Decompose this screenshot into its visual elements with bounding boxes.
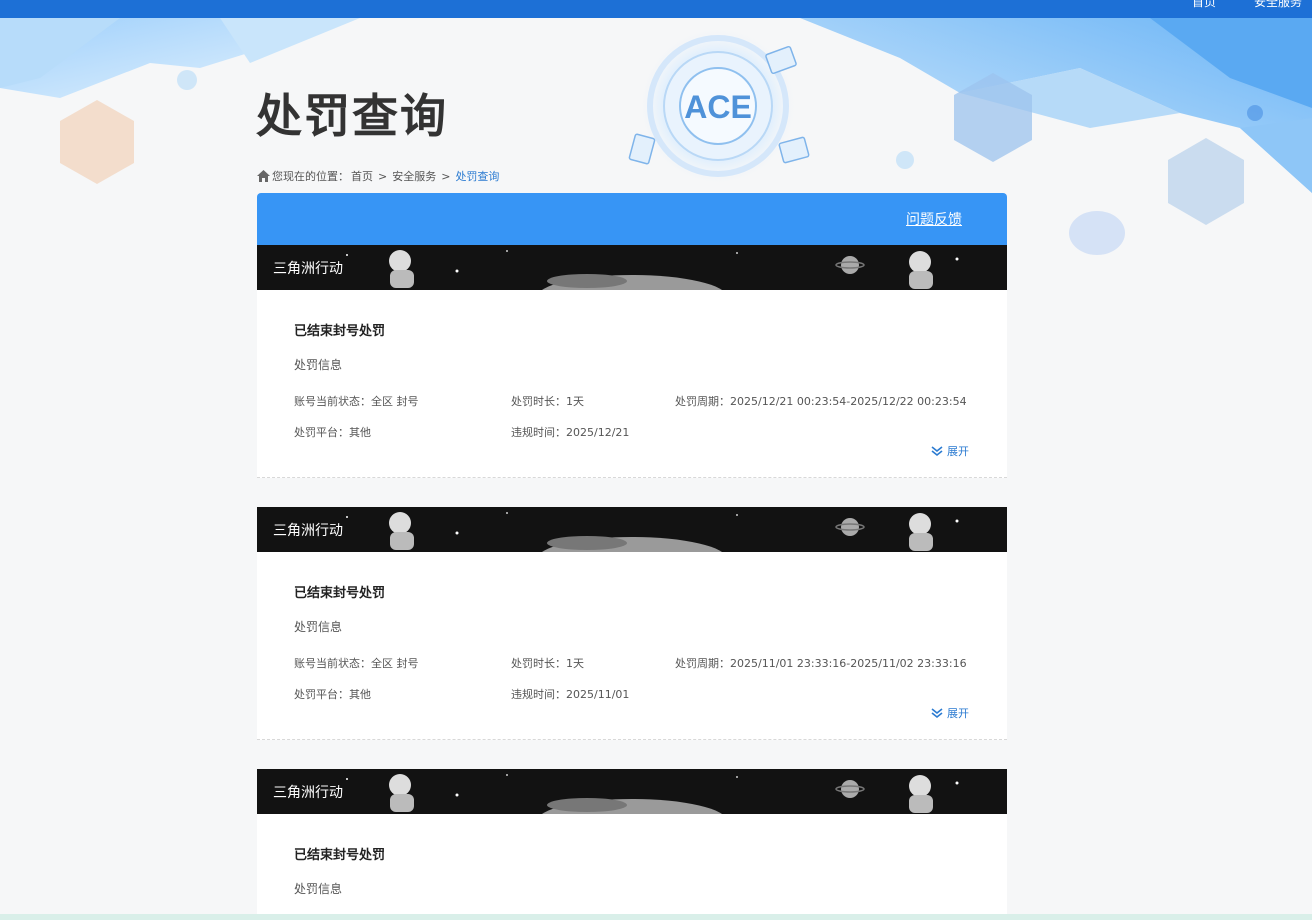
panel-header: 问题反馈 — [257, 193, 1007, 245]
record-subtitle: 处罚信息 — [294, 882, 343, 896]
game-banner: 三角洲行动 — [257, 769, 1007, 814]
punishment-panel: 问题反馈 三角洲行动 已结束封号处罚 处罚信息 账号当前状态：全区 封号 处罚时… — [257, 193, 1007, 920]
platform-label: 处罚平台： — [294, 688, 349, 701]
top-nav-security[interactable]: 安全服务 — [1254, 0, 1302, 10]
breadcrumb-home[interactable]: 首页 — [351, 168, 373, 184]
breadcrumb-security[interactable]: 安全服务 — [392, 168, 436, 184]
platform-field: 处罚平台：其他 — [294, 424, 371, 440]
top-nav-home[interactable]: 首页 — [1192, 0, 1216, 10]
record-body: 已结束封号处罚 处罚信息 — [257, 814, 1007, 920]
duration-field: 处罚时长：1天 — [511, 655, 584, 671]
expand-label: 展开 — [947, 707, 969, 720]
status-label: 账号当前状态： — [294, 395, 371, 408]
game-name: 三角洲行动 — [273, 785, 343, 801]
game-name: 三角洲行动 — [273, 261, 343, 277]
punishment-record: 三角洲行动 已结束封号处罚 处罚信息 — [257, 769, 1007, 920]
platform-label: 处罚平台： — [294, 426, 349, 439]
violation-label: 违规时间： — [511, 426, 566, 439]
period-label: 处罚周期： — [675, 395, 730, 408]
game-banner-art — [257, 769, 1007, 814]
record-gap — [257, 740, 1007, 769]
period-value: 2025/11/01 23:33:16-2025/11/02 23:33:16 — [730, 657, 967, 670]
status-label: 账号当前状态： — [294, 657, 371, 670]
breadcrumb-prefix: 您现在的位置： — [272, 170, 349, 183]
punishment-record: 三角洲行动 已结束封号处罚 处罚信息 账号当前状态：全区 封号 处罚时长：1天 … — [257, 245, 1007, 478]
record-title: 已结束封号处罚 — [294, 324, 386, 339]
status-value: 全区 封号 — [371, 657, 419, 670]
breadcrumb-separator: > — [378, 169, 388, 183]
period-field: 处罚周期：2025/12/21 00:23:54-2025/12/22 00:2… — [675, 393, 967, 409]
game-banner-art — [257, 245, 1007, 290]
violation-value: 2025/11/01 — [566, 688, 630, 701]
feedback-link[interactable]: 问题反馈 — [906, 209, 962, 229]
record-subtitle: 处罚信息 — [294, 358, 343, 372]
record-gap — [257, 478, 1007, 507]
game-name: 三角洲行动 — [273, 523, 343, 539]
breadcrumb-current: 处罚查询 — [455, 170, 500, 183]
record-subtitle: 处罚信息 — [294, 620, 343, 634]
expand-button[interactable]: 展开 — [931, 443, 969, 459]
page: 首页 安全服务 ACE 处罚查询 您现在的位置： 首页 > 安全服务 > 处罚查… — [0, 0, 1312, 920]
home-icon — [257, 170, 270, 182]
record-title: 已结束封号处罚 — [294, 586, 386, 601]
platform-value: 其他 — [349, 688, 371, 701]
page-title: 处罚查询 — [256, 89, 448, 143]
violation-value: 2025/12/21 — [566, 426, 630, 439]
top-nav: 首页 安全服务 — [1192, 0, 1312, 10]
duration-label: 处罚时长： — [511, 657, 566, 670]
record-body: 已结束封号处罚 处罚信息 账号当前状态：全区 封号 处罚时长：1天 处罚周期：2… — [257, 552, 1007, 740]
status-field: 账号当前状态：全区 封号 — [294, 393, 419, 409]
duration-field: 处罚时长：1天 — [511, 393, 584, 409]
top-bar: 首页 安全服务 — [0, 0, 1312, 18]
double-chevron-down-icon — [931, 708, 943, 719]
violation-field: 违规时间：2025/11/01 — [511, 686, 629, 702]
breadcrumb-separator: > — [441, 169, 451, 183]
duration-value: 1天 — [566, 657, 584, 670]
double-chevron-down-icon — [931, 446, 943, 457]
ace-logo-text: ACE — [684, 89, 752, 125]
breadcrumb: 您现在的位置： 首页 > 安全服务 > 处罚查询 — [257, 168, 499, 184]
punishment-record: 三角洲行动 已结束封号处罚 处罚信息 账号当前状态：全区 封号 处罚时长：1天 … — [257, 507, 1007, 740]
game-banner-art — [257, 507, 1007, 552]
bottom-strip — [0, 914, 1312, 920]
period-field: 处罚周期：2025/11/01 23:33:16-2025/11/02 23:3… — [675, 655, 967, 671]
duration-label: 处罚时长： — [511, 395, 566, 408]
platform-value: 其他 — [349, 426, 371, 439]
violation-label: 违规时间： — [511, 688, 566, 701]
status-value: 全区 封号 — [371, 395, 419, 408]
record-title: 已结束封号处罚 — [294, 848, 386, 863]
period-label: 处罚周期： — [675, 657, 730, 670]
game-banner: 三角洲行动 — [257, 245, 1007, 290]
game-banner: 三角洲行动 — [257, 507, 1007, 552]
violation-field: 违规时间：2025/12/21 — [511, 424, 629, 440]
record-body: 已结束封号处罚 处罚信息 账号当前状态：全区 封号 处罚时长：1天 处罚周期：2… — [257, 290, 1007, 478]
platform-field: 处罚平台：其他 — [294, 686, 371, 702]
period-value: 2025/12/21 00:23:54-2025/12/22 00:23:54 — [730, 395, 967, 408]
status-field: 账号当前状态：全区 封号 — [294, 655, 419, 671]
duration-value: 1天 — [566, 395, 584, 408]
expand-label: 展开 — [947, 445, 969, 458]
expand-button[interactable]: 展开 — [931, 705, 969, 721]
